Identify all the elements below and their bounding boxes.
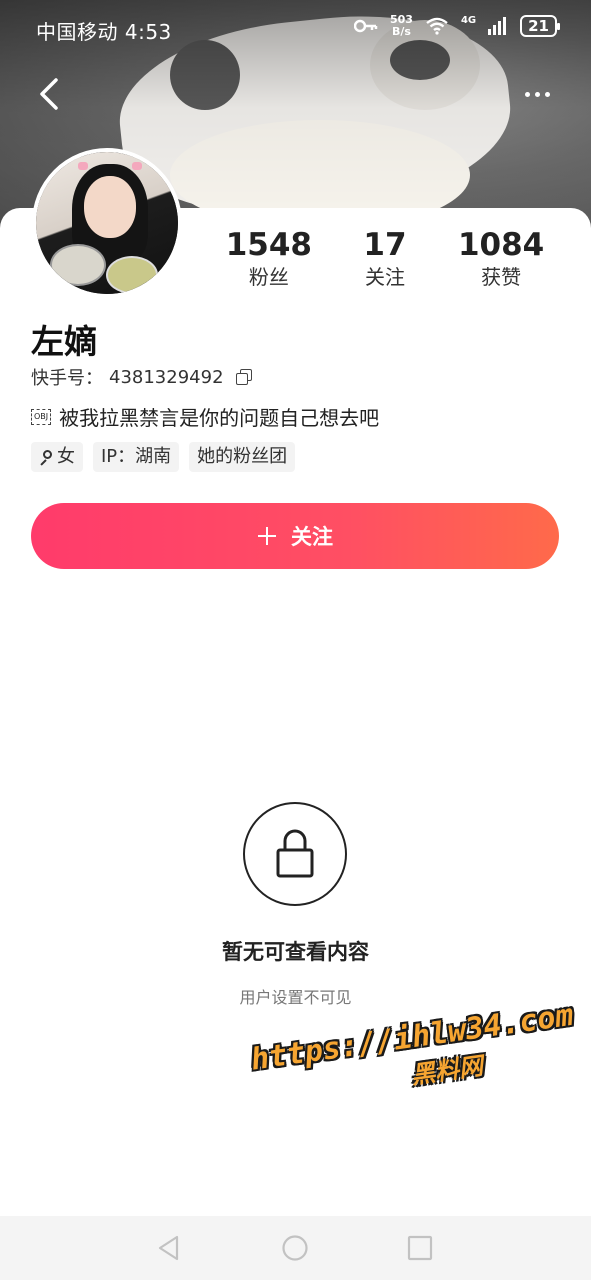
- follow-button-label: 关注: [291, 525, 333, 549]
- plus-icon: [257, 526, 277, 546]
- avatar-bowl: [106, 256, 158, 294]
- lock-icon: [243, 802, 347, 906]
- female-icon: [39, 450, 53, 464]
- battery-level: 21: [528, 17, 549, 35]
- back-button[interactable]: [30, 72, 70, 116]
- key-icon: [353, 19, 378, 33]
- avatar-hair-bow: [78, 162, 88, 170]
- empty-state-subtitle: 用户设置不可见: [239, 988, 352, 1007]
- empty-state-title: 暂无可查看内容: [222, 940, 369, 964]
- copy-icon[interactable]: [235, 369, 252, 385]
- more-button[interactable]: [513, 72, 561, 116]
- ip-tag: IP：湖南: [93, 442, 180, 472]
- battery-icon: 21: [520, 15, 560, 37]
- avatar[interactable]: [32, 148, 182, 298]
- bio-text: 被我拉黑禁言是你的问题自己想去吧: [59, 406, 380, 430]
- fan-club-tag[interactable]: 她的粉丝团: [189, 442, 296, 472]
- avatar-hair-bow: [132, 162, 142, 170]
- stat-label: 粉丝: [248, 265, 289, 289]
- stat-value: 1548: [225, 227, 312, 263]
- status-icons: 503 B/s 4G 21: [353, 14, 560, 38]
- signal-icon: [488, 17, 507, 35]
- net-speed-unit: B/s: [391, 25, 411, 38]
- gender-text: 女: [57, 446, 75, 467]
- profile-tags: 女 IP：湖南 她的粉丝团: [31, 442, 296, 472]
- nav-recents-icon[interactable]: [406, 1234, 434, 1262]
- obj-placeholder-icon: OBJ: [31, 408, 52, 425]
- chevron-left-icon: [40, 78, 58, 110]
- more-dot: [534, 91, 540, 97]
- profile-stats: 1548 粉丝 17 关注 1084 获赞: [200, 226, 570, 296]
- more-dot: [544, 91, 550, 97]
- user-id-value: 4381329492: [109, 366, 224, 388]
- wifi-icon: [426, 17, 448, 35]
- fan-club-text: 她的粉丝团: [197, 446, 288, 467]
- gender-tag: 女: [31, 442, 83, 472]
- stat-label: 关注: [364, 265, 405, 289]
- lock-glyph: [276, 829, 314, 878]
- ip-text: IP：湖南: [101, 446, 172, 467]
- system-nav-bar: [0, 1216, 591, 1280]
- status-bar: 中国移动 4:53 503 B/s 4G 21: [0, 0, 591, 58]
- more-horizontal-icon: [524, 91, 530, 97]
- network-type: 4G: [460, 14, 477, 26]
- avatar-face: [84, 176, 136, 238]
- stat-label: 获赞: [481, 265, 522, 289]
- follow-button[interactable]: 关注: [31, 503, 559, 569]
- avatar-bowl: [50, 244, 106, 286]
- stat-followers[interactable]: 1548 粉丝: [226, 226, 312, 296]
- net-speed: 503 B/s: [390, 14, 413, 38]
- profile-name: 左嫡: [31, 322, 97, 361]
- stat-following[interactable]: 17 关注: [363, 226, 406, 296]
- nav-back-icon[interactable]: [155, 1234, 183, 1262]
- nav-home-icon[interactable]: [281, 1234, 309, 1262]
- stat-value: 1084: [457, 227, 545, 263]
- user-id-label: 快手号：: [31, 368, 103, 389]
- profile-bio: OBJ 被我拉黑禁言是你的问题自己想去吧: [31, 402, 379, 431]
- stat-value: 17: [363, 227, 407, 263]
- user-id-row: 快手号： 4381329492: [31, 364, 252, 390]
- stat-likes[interactable]: 1084 获赞: [458, 226, 544, 296]
- carrier-time: 中国移动 4:53: [36, 20, 172, 44]
